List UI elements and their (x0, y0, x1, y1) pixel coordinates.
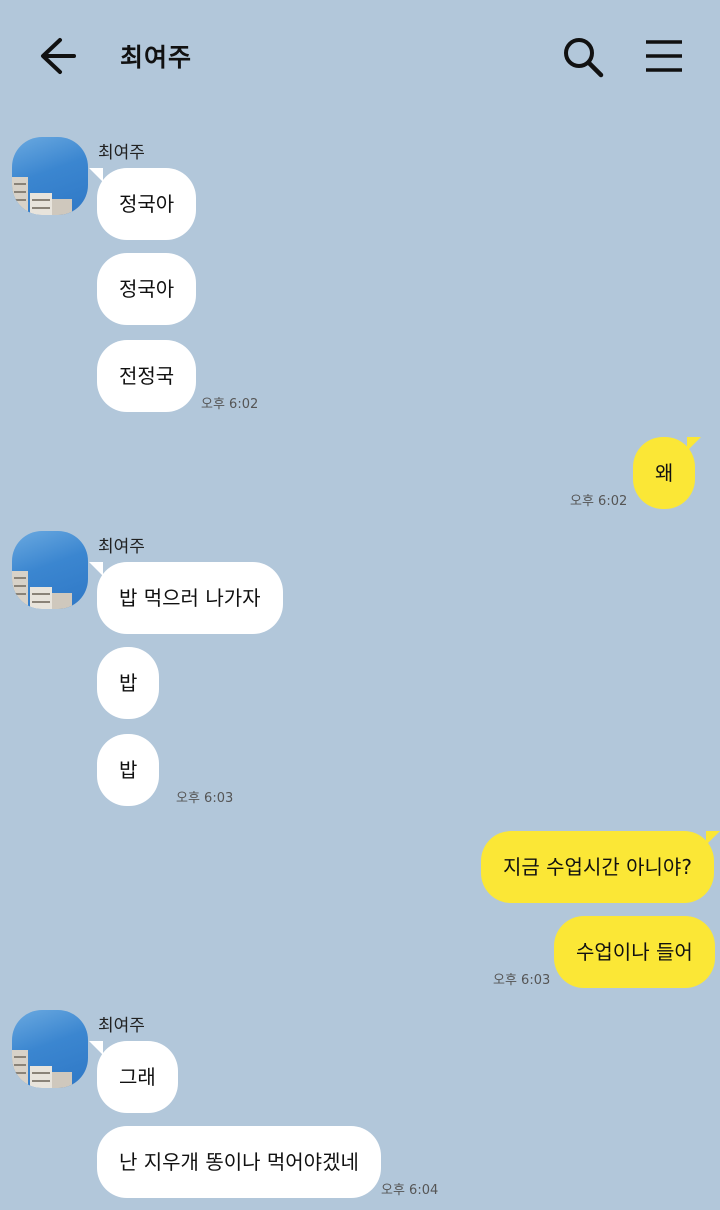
message-time: 오후 6:02 (201, 397, 259, 412)
chat-screen: 최여주 최여주 정국아 정국아 전정국 오후 6:02 왜 오후 6:02 최여… (0, 0, 720, 1210)
sender-name: 최여주 (98, 143, 145, 163)
outgoing-message[interactable]: 수업이나 들어 (554, 916, 715, 988)
back-button[interactable] (36, 36, 80, 76)
incoming-message[interactable]: 그래 (89, 1041, 178, 1113)
sender-name: 최여주 (98, 537, 145, 557)
outgoing-message[interactable]: 지금 수업시간 아니야? (481, 831, 720, 903)
message-time: 오후 6:03 (176, 791, 234, 806)
menu-button[interactable] (642, 38, 686, 74)
arrow-left-icon (41, 38, 76, 74)
message-time: 오후 6:03 (493, 973, 551, 988)
incoming-message[interactable]: 정국아 (97, 253, 197, 325)
avatar[interactable] (12, 137, 88, 215)
incoming-message[interactable]: 전정국 (97, 340, 197, 412)
incoming-message[interactable]: 밥 (97, 734, 160, 806)
search-button[interactable] (560, 34, 608, 80)
avatar[interactable] (12, 1010, 88, 1088)
chat-header: 최여주 (0, 0, 720, 110)
hamburger-menu-icon (646, 40, 682, 72)
incoming-message[interactable]: 정국아 (88, 168, 197, 240)
message-time: 오후 6:02 (570, 494, 628, 509)
incoming-message[interactable]: 난 지우개 똥이나 먹어야겠네 (97, 1126, 381, 1198)
incoming-message[interactable]: 밥 먹으러 나가자 (89, 562, 283, 634)
search-icon (564, 38, 604, 78)
chat-title: 최여주 (120, 43, 193, 72)
avatar[interactable] (12, 531, 88, 609)
incoming-message[interactable]: 밥 (97, 647, 160, 719)
sender-name: 최여주 (98, 1016, 145, 1036)
message-time: 오후 6:04 (381, 1183, 439, 1198)
outgoing-message[interactable]: 왜 (633, 437, 702, 509)
